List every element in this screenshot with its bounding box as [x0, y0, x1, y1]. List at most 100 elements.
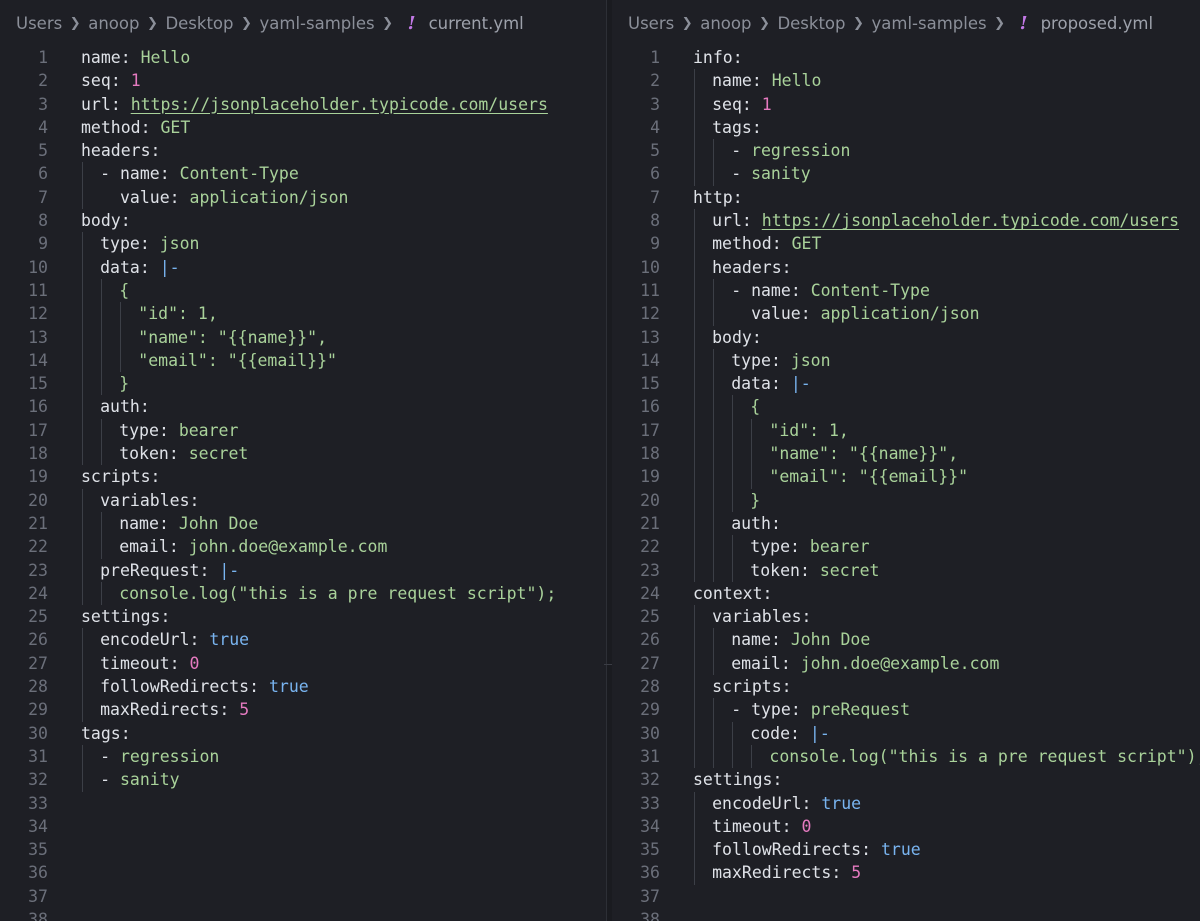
code-line[interactable]: 29 - type: preRequest: [612, 698, 1200, 722]
code-line[interactable]: 34 timeout: 0: [612, 814, 1200, 839]
code-line[interactable]: 13 body:: [612, 325, 1200, 349]
breadcrumb-file-name[interactable]: proposed.yml: [1041, 14, 1153, 33]
editor-pane-proposed[interactable]: Users ❯ anoop ❯ Desktop ❯ yaml-samples ❯…: [612, 0, 1200, 921]
code-line[interactable]: 18 "name": "{{name}}",: [612, 442, 1200, 466]
code-line[interactable]: 17 type: bearer: [0, 418, 606, 443]
code-line[interactable]: 36 maxRedirects: 5: [612, 861, 1200, 885]
code-line[interactable]: 1 name: Hello: [0, 46, 606, 69]
code-line[interactable]: 12 value: application/json: [612, 302, 1200, 326]
code-line[interactable]: 33: [0, 792, 606, 815]
code-line[interactable]: 27 email: john.doe@example.com: [612, 651, 1200, 676]
code-line[interactable]: 21 name: John Doe: [0, 511, 606, 536]
code-line[interactable]: 30 tags:: [0, 722, 606, 745]
code-line[interactable]: 22 type: bearer: [612, 535, 1200, 559]
code-line[interactable]: 5 headers:: [0, 139, 606, 162]
breadcrumb-item-desktop[interactable]: Desktop: [165, 14, 233, 33]
code-editor[interactable]: 1 info: 2 name: Hello 3 seq: 1 4 tags: 5- regres…: [612, 46, 1200, 921]
token-url[interactable]: https://jsonplaceholder.typicode.com/use…: [131, 95, 548, 114]
code-line[interactable]: 26 encodeUrl: true: [0, 628, 606, 652]
code-line[interactable]: 8 body:: [0, 209, 606, 232]
breadcrumb-item-desktop[interactable]: Desktop: [777, 14, 845, 33]
code-line[interactable]: 38: [0, 908, 606, 921]
code-line[interactable]: 7 http:: [612, 186, 1200, 209]
code-line[interactable]: 16 {: [612, 395, 1200, 419]
breadcrumb-item-yaml-samples[interactable]: yaml-samples: [872, 14, 987, 33]
code-line[interactable]: 2 seq: 1: [0, 69, 606, 92]
code-line[interactable]: 28 scripts:: [612, 675, 1200, 699]
code-line[interactable]: 26 name: John Doe: [612, 628, 1200, 652]
code-line[interactable]: 14 type: json: [612, 348, 1200, 373]
code-line[interactable]: 8 url: https://jsonplaceholder.typicode.c…: [612, 209, 1200, 233]
code-line[interactable]: 19 "email": "{{email}}": [612, 465, 1200, 489]
code-line[interactable]: 3 url: https://jsonplaceholder.typicode.c…: [0, 93, 606, 116]
code-line[interactable]: 36: [0, 861, 606, 884]
breadcrumb-item-anoop[interactable]: anoop: [700, 14, 751, 33]
code-line[interactable]: 11 {: [0, 278, 606, 303]
indent-guide: [82, 558, 83, 582]
code-line[interactable]: 21 auth:: [612, 511, 1200, 536]
editor-pane-current[interactable]: Users ❯ anoop ❯ Desktop ❯ yaml-samples ❯…: [0, 0, 606, 921]
code-line[interactable]: 31 console.log("this is a pre request scr…: [612, 744, 1200, 769]
code-line[interactable]: 18 token: secret: [0, 442, 606, 466]
code-line[interactable]: 7 value: application/json: [0, 185, 606, 210]
code-line[interactable]: 31 - regression: [0, 744, 606, 769]
code-line[interactable]: 13 "name": "{{name}}",: [0, 325, 606, 349]
breadcrumb-item-yaml-samples[interactable]: yaml-samples: [260, 14, 375, 33]
breadcrumb-item-users[interactable]: Users: [16, 14, 62, 33]
code-line[interactable]: 14 "email": "{{email}}": [0, 348, 606, 373]
code-line[interactable]: 4 method: GET: [0, 116, 606, 139]
code-line[interactable]: 10 headers:: [612, 255, 1200, 279]
code-line[interactable]: 12 "id": 1,: [0, 302, 606, 326]
code-line[interactable]: 24 console.log("this is a pre request scr…: [0, 581, 606, 606]
code-text: "email": "{{email}}": [769, 465, 968, 488]
breadcrumb-item-anoop[interactable]: anoop: [88, 14, 139, 33]
code-line[interactable]: 22 email: john.doe@example.com: [0, 535, 606, 559]
code-line[interactable]: 23 token: secret: [612, 558, 1200, 582]
code-line[interactable]: 9 method: GET: [612, 232, 1200, 256]
code-line[interactable]: 32 - sanity: [0, 768, 606, 792]
code-line[interactable]: 32 settings:: [612, 768, 1200, 791]
code-line[interactable]: 37: [612, 885, 1200, 908]
code-line[interactable]: 20}: [612, 488, 1200, 512]
code-line[interactable]: 23 preRequest: |-: [0, 558, 606, 582]
code-line[interactable]: 10 data: |-: [0, 255, 606, 279]
code-line[interactable]: 19 scripts:: [0, 465, 606, 488]
code-line[interactable]: 37: [0, 885, 606, 908]
code-line[interactable]: 33 encodeUrl: true: [612, 791, 1200, 815]
code-line[interactable]: 28 followRedirects: true: [0, 675, 606, 699]
code-line[interactable]: 38: [612, 908, 1200, 921]
code-line[interactable]: 30 code: |-: [612, 721, 1200, 745]
code-line[interactable]: 27 timeout: 0: [0, 651, 606, 676]
breadcrumb-file-name[interactable]: current.yml: [429, 14, 524, 33]
code-line[interactable]: 4 tags:: [612, 115, 1200, 140]
token-pun: :: [150, 467, 161, 487]
code-line[interactable]: 15 data: |-: [612, 372, 1200, 396]
code-line[interactable]: 9 type: json: [0, 232, 606, 256]
code-line[interactable]: 35: [0, 838, 606, 861]
code-line[interactable]: 34: [0, 815, 606, 838]
code-line[interactable]: 6 - sanity: [612, 162, 1200, 186]
code-line[interactable]: 20 variables:: [0, 488, 606, 512]
code-line[interactable]: 17 "id": 1,: [612, 418, 1200, 443]
code-line[interactable]: 25 variables:: [612, 605, 1200, 629]
code-line[interactable]: 3 seq: 1: [612, 92, 1200, 116]
breadcrumb-item-users[interactable]: Users: [628, 14, 674, 33]
token-url[interactable]: https://jsonplaceholder.typicode.com/use…: [762, 211, 1179, 230]
code-line[interactable]: 29 maxRedirects: 5: [0, 698, 606, 722]
code-line[interactable]: 25 settings:: [0, 605, 606, 628]
line-number: 15: [28, 374, 48, 394]
code-line[interactable]: 2 name: Hello: [612, 69, 1200, 93]
indent-guide: [694, 92, 695, 116]
code-text: console.log("this is a pre request scrip…: [769, 745, 1200, 768]
code-line[interactable]: 15}: [0, 372, 606, 396]
code-line[interactable]: 5 - regression: [612, 139, 1200, 163]
code-line[interactable]: 11 - name: Content-Type: [612, 278, 1200, 303]
code-line[interactable]: 35 followRedirects: true: [612, 838, 1200, 862]
code-line[interactable]: 16 auth:: [0, 395, 606, 419]
code-editor[interactable]: 1 name: Hello 2 seq: 1 3 url: https://jsonpla…: [0, 46, 606, 921]
line-number: 4: [650, 117, 660, 137]
code-line[interactable]: 24 context:: [612, 582, 1200, 605]
code-line[interactable]: 1 info:: [612, 46, 1200, 69]
code-line[interactable]: 6 - name: Content-Type: [0, 162, 606, 186]
indent-guide: [694, 325, 695, 349]
